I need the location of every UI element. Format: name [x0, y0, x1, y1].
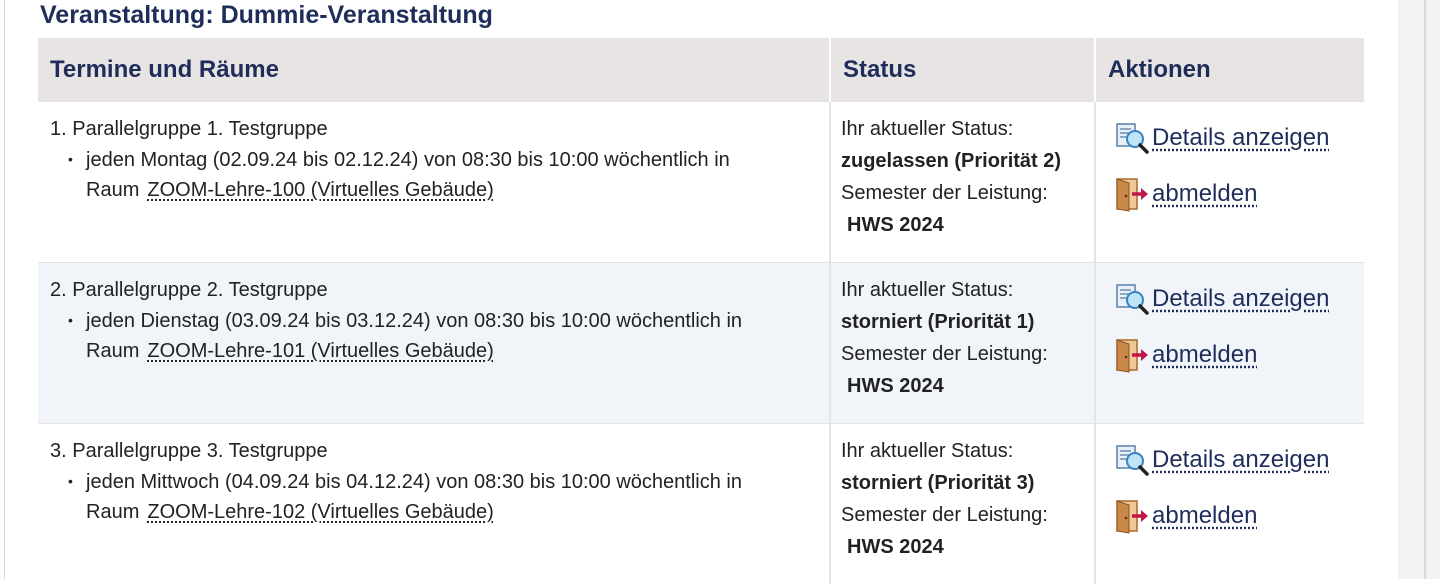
- room-prefix: Raum: [86, 179, 139, 201]
- status-label: Ihr aktueller Status:: [841, 440, 1013, 463]
- table-row: 3. Parallelgruppe 3. Testgruppe • jeden …: [38, 424, 1364, 584]
- table-row: 1. Parallelgruppe 1. Testgruppe • jeden …: [38, 102, 1364, 263]
- unregister-button[interactable]: abmelden: [1114, 176, 1257, 212]
- semester-label: Semester der Leistung:: [841, 504, 1048, 527]
- status-value: storniert (Priorität 3): [841, 472, 1034, 495]
- details-magnifier-icon: [1114, 120, 1150, 156]
- group-title: 2. Parallelgruppe 2. Testgruppe: [50, 279, 328, 302]
- right-panel-divider: [1424, 0, 1426, 579]
- status-cell: Ihr aktueller Status: storniert (Priorit…: [830, 424, 1095, 584]
- left-border: [4, 0, 5, 579]
- semester-value: HWS 2024: [847, 214, 944, 237]
- dates-rooms-cell: 2. Parallelgruppe 2. Testgruppe • jeden …: [38, 263, 830, 424]
- semester-value: HWS 2024: [847, 375, 944, 398]
- unregister-label: abmelden: [1152, 180, 1257, 208]
- status-cell: Ihr aktueller Status: storniert (Priorit…: [830, 263, 1095, 424]
- unregister-button[interactable]: abmelden: [1114, 337, 1257, 373]
- unregister-label: abmelden: [1152, 502, 1257, 530]
- header-status: Status: [830, 38, 1095, 102]
- details-magnifier-icon: [1114, 281, 1150, 317]
- room-link[interactable]: ZOOM-Lehre-102 (Virtuelles Gebäude): [147, 501, 493, 523]
- registration-table: Termine und Räume Status Aktionen 1. Par…: [38, 38, 1364, 584]
- details-label: Details anzeigen: [1152, 446, 1329, 474]
- unregister-button[interactable]: abmelden: [1114, 498, 1257, 534]
- actions-cell: Details anzeigen abmelden: [1095, 424, 1364, 584]
- unregister-label: abmelden: [1152, 341, 1257, 369]
- table-header-row: Termine und Räume Status Aktionen: [38, 38, 1364, 102]
- group-title: 1. Parallelgruppe 1. Testgruppe: [50, 118, 328, 141]
- room-line: Raum ZOOM-Lehre-101 (Virtuelles Gebäude): [86, 340, 494, 363]
- room-line: Raum ZOOM-Lehre-100 (Virtuelles Gebäude): [86, 179, 494, 202]
- schedule-text: jeden Mittwoch (04.09.24 bis 04.12.24) v…: [86, 471, 742, 494]
- room-line: Raum ZOOM-Lehre-102 (Virtuelles Gebäude): [86, 501, 494, 524]
- table-row: 2. Parallelgruppe 2. Testgruppe • jeden …: [38, 263, 1364, 424]
- status-label: Ihr aktueller Status:: [841, 279, 1013, 302]
- semester-label: Semester der Leistung:: [841, 343, 1048, 366]
- bullet: •: [68, 473, 73, 489]
- details-label: Details anzeigen: [1152, 285, 1329, 313]
- door-exit-icon: [1114, 176, 1150, 212]
- door-exit-icon: [1114, 498, 1150, 534]
- room-link[interactable]: ZOOM-Lehre-101 (Virtuelles Gebäude): [147, 340, 493, 362]
- details-button[interactable]: Details anzeigen: [1114, 442, 1329, 478]
- semester-label: Semester der Leistung:: [841, 182, 1048, 205]
- schedule-text: jeden Montag (02.09.24 bis 02.12.24) von…: [86, 149, 730, 172]
- details-label: Details anzeigen: [1152, 124, 1329, 152]
- semester-value: HWS 2024: [847, 536, 944, 559]
- right-scroll-panel: [1398, 0, 1440, 579]
- actions-cell: Details anzeigen abmelden: [1095, 263, 1364, 424]
- details-button[interactable]: Details anzeigen: [1114, 120, 1329, 156]
- door-exit-icon: [1114, 337, 1150, 373]
- header-actions: Aktionen: [1095, 38, 1364, 102]
- room-prefix: Raum: [86, 340, 139, 362]
- page-heading: Veranstaltung: Dummie-Veranstaltung: [40, 1, 493, 30]
- schedule-text: jeden Dienstag (03.09.24 bis 03.12.24) v…: [86, 310, 742, 333]
- room-link[interactable]: ZOOM-Lehre-100 (Virtuelles Gebäude): [147, 179, 493, 201]
- room-prefix: Raum: [86, 501, 139, 523]
- header-dates-rooms: Termine und Räume: [38, 38, 830, 102]
- actions-cell: Details anzeigen abmelden: [1095, 102, 1364, 263]
- bullet: •: [68, 312, 73, 328]
- bullet: •: [68, 151, 73, 167]
- details-magnifier-icon: [1114, 442, 1150, 478]
- details-button[interactable]: Details anzeigen: [1114, 281, 1329, 317]
- status-label: Ihr aktueller Status:: [841, 118, 1013, 141]
- status-value: zugelassen (Priorität 2): [841, 150, 1061, 173]
- status-value: storniert (Priorität 1): [841, 311, 1034, 334]
- dates-rooms-cell: 1. Parallelgruppe 1. Testgruppe • jeden …: [38, 102, 830, 263]
- dates-rooms-cell: 3. Parallelgruppe 3. Testgruppe • jeden …: [38, 424, 830, 584]
- page-frame: Veranstaltung: Dummie-Veranstaltung Term…: [0, 0, 1440, 579]
- status-cell: Ihr aktueller Status: zugelassen (Priori…: [830, 102, 1095, 263]
- group-title: 3. Parallelgruppe 3. Testgruppe: [50, 440, 328, 463]
